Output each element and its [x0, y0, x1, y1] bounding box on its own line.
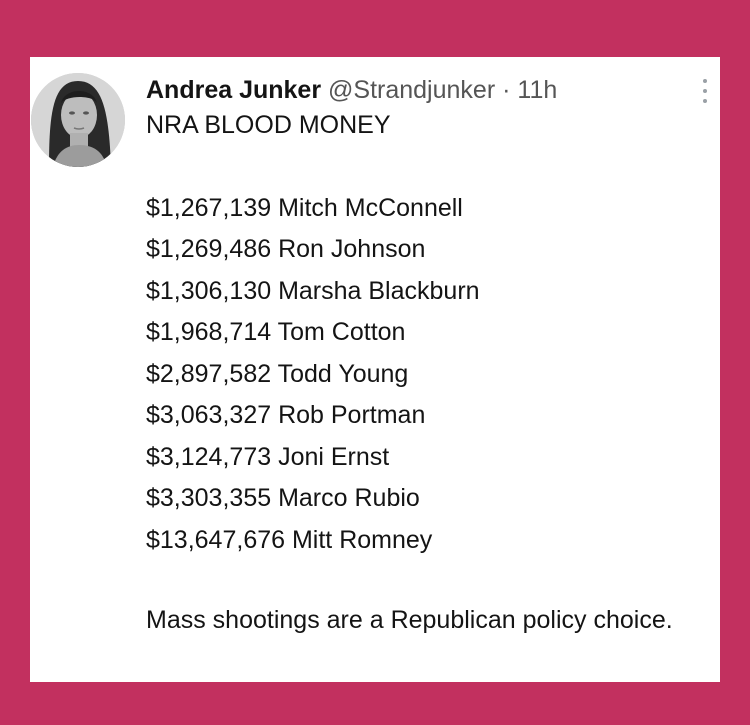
- donation-amount: $1,968,714: [146, 318, 272, 346]
- list-item: $13,647,676 Mitt Romney: [146, 520, 696, 562]
- tweet-body: Andrea Junker @Strandjunker · 11h NRA BL…: [146, 75, 696, 642]
- politician-name: Tom Cotton: [277, 318, 406, 346]
- tweet-closing-text: Mass shootings are a Republican policy c…: [146, 606, 673, 634]
- donation-amount: $2,897,582: [146, 359, 272, 388]
- politician-name: Marsha Blackburn: [278, 276, 480, 305]
- header-separator: ·: [502, 76, 511, 104]
- list-item: $1,968,714 Tom Cotton: [146, 312, 696, 354]
- avatar-portrait-icon: [31, 73, 125, 167]
- politician-name: Ron Johnson: [278, 235, 426, 263]
- politician-name: Joni Ernst: [278, 442, 390, 471]
- donation-amount: $3,063,327: [146, 401, 272, 429]
- politician-name: Rob Portman: [278, 401, 426, 429]
- donation-amount: $1,306,130: [146, 276, 272, 305]
- donation-amount: $13,647,676: [146, 525, 286, 554]
- avatar[interactable]: [31, 73, 125, 167]
- politician-name: Mitt Romney: [291, 525, 433, 554]
- politician-name: Mitch McConnell: [278, 193, 463, 222]
- list-item: $3,303,355 Marco Rubio: [146, 478, 696, 520]
- politician-name: Marco Rubio: [278, 484, 420, 512]
- donation-list: $1,267,139 Mitch McConnell $1,269,486 Ro…: [146, 188, 696, 562]
- author-handle[interactable]: @Strandjunker: [328, 76, 495, 104]
- donation-amount: $3,303,355: [146, 484, 272, 512]
- author-name[interactable]: Andrea Junker: [146, 76, 321, 104]
- list-item: $2,897,582 Todd Young: [146, 354, 696, 396]
- tweet-headline: NRA BLOOD MONEY: [146, 111, 391, 139]
- list-item: $3,124,773 Joni Ernst: [146, 437, 696, 479]
- tweet-card: Andrea Junker @Strandjunker · 11h NRA BL…: [30, 57, 720, 682]
- donation-amount: $3,124,773: [146, 442, 272, 471]
- tweet-timestamp[interactable]: 11h: [517, 76, 557, 104]
- more-options-icon[interactable]: [702, 79, 708, 103]
- list-item: $1,306,130 Marsha Blackburn: [146, 271, 696, 313]
- list-item: $1,269,486 Ron Johnson: [146, 229, 696, 271]
- donation-amount: $1,269,486: [146, 235, 272, 263]
- list-item: $3,063,327 Rob Portman: [146, 395, 696, 437]
- tweet-text: NRA BLOOD MONEY $1,267,139 Mitch McConne…: [146, 105, 696, 642]
- list-item: $1,267,139 Mitch McConnell: [146, 188, 696, 230]
- politician-name: Todd Young: [277, 359, 409, 388]
- donation-amount: $1,267,139: [146, 193, 272, 222]
- tweet-header: Andrea Junker @Strandjunker · 11h: [146, 75, 696, 105]
